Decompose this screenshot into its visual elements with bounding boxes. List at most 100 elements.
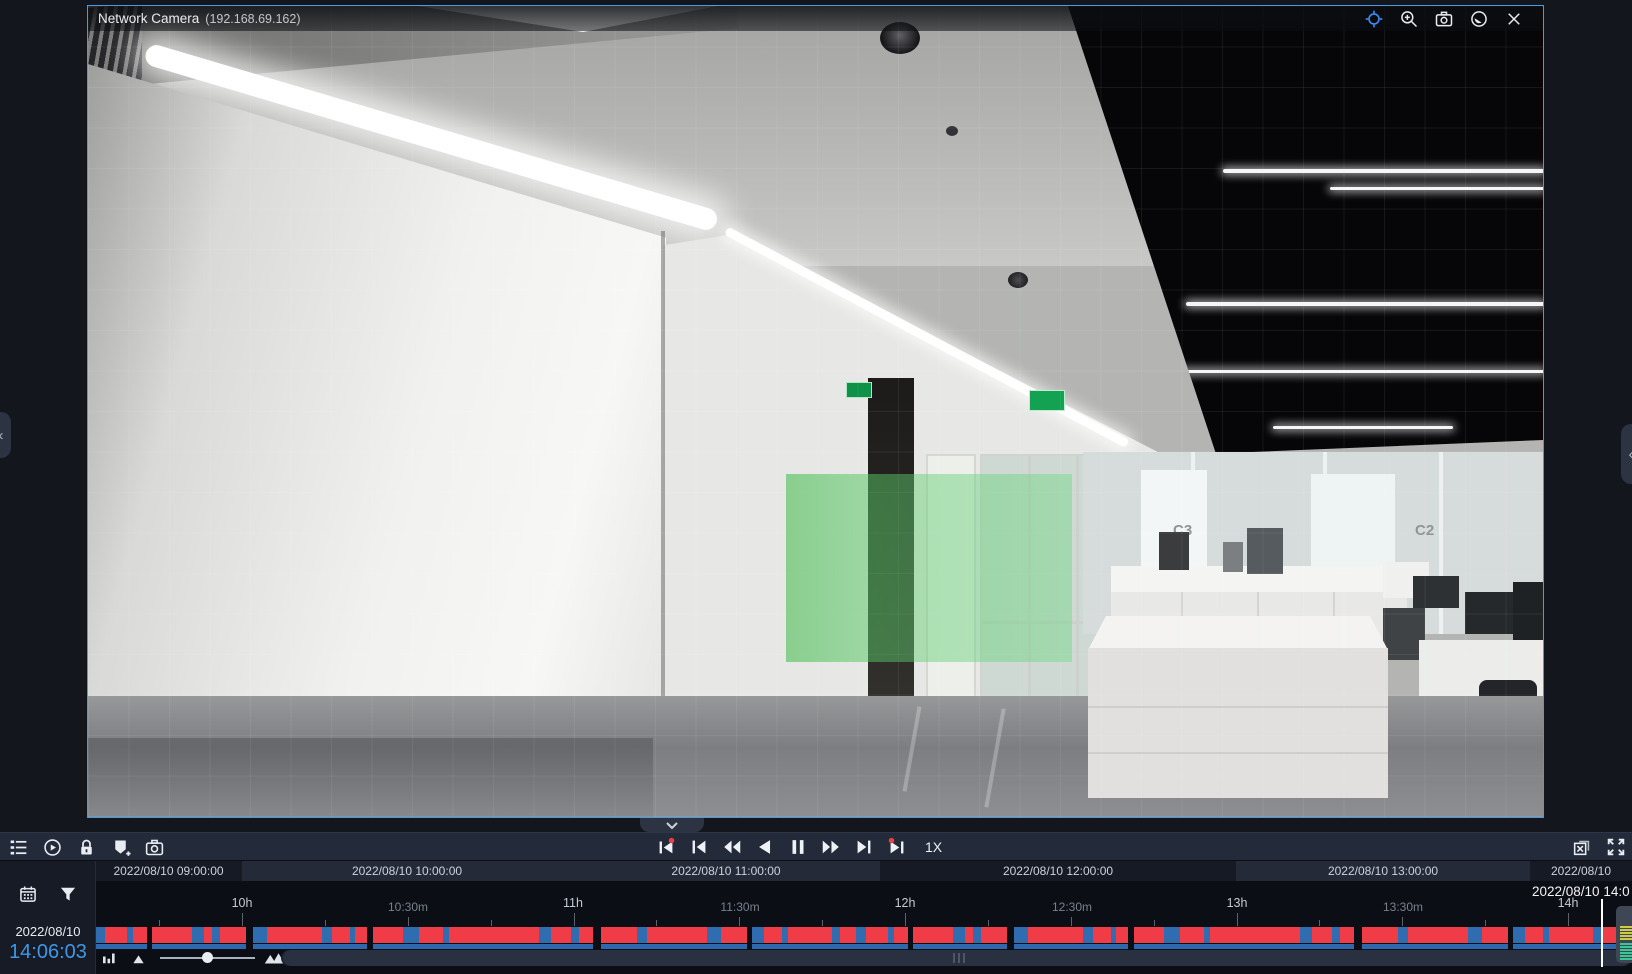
continuous-recording-segment[interactable] (953, 927, 965, 943)
continuous-recording-segment[interactable] (832, 927, 840, 943)
motion-recording-segment[interactable] (965, 927, 973, 943)
prev-frame-icon[interactable] (688, 836, 710, 858)
motion-recording-segment[interactable] (220, 927, 246, 943)
instant-playback-icon[interactable] (41, 836, 63, 858)
motion-recording-segment[interactable] (721, 927, 747, 943)
continuous-recording-segment[interactable] (1083, 927, 1093, 943)
motion-recording-segment[interactable] (1312, 927, 1332, 943)
next-event-icon[interactable] (886, 836, 908, 858)
motion-recording-segment[interactable] (1116, 927, 1128, 943)
rewind-icon[interactable] (721, 836, 743, 858)
toolbar-collapse-tab[interactable] (640, 818, 704, 832)
continuous-recording-segment[interactable] (212, 927, 220, 943)
motion-recording-segment[interactable] (267, 927, 322, 943)
continuous-recording-segment[interactable] (1513, 927, 1525, 943)
close-icon[interactable] (1503, 8, 1525, 30)
continuous-recording-segment[interactable] (571, 927, 579, 943)
close-all-icon[interactable] (1571, 836, 1593, 858)
motion-recording-segment[interactable] (647, 927, 707, 943)
prev-event-icon[interactable] (655, 836, 677, 858)
motion-recording-segment[interactable] (1525, 927, 1543, 943)
playhead[interactable] (1601, 899, 1603, 967)
motion-recording-segment[interactable] (840, 927, 856, 943)
motion-recording-segment[interactable] (1549, 927, 1593, 943)
motion-recording-segment[interactable] (152, 927, 192, 943)
motion-recording-segment[interactable] (1482, 927, 1508, 943)
continuous-recording-segment[interactable] (95, 927, 105, 943)
bar-view-icon[interactable] (98, 947, 120, 969)
event-list-icon[interactable] (7, 836, 29, 858)
motion-recording-segment[interactable] (419, 927, 443, 943)
motion-recording-segment[interactable] (764, 927, 782, 943)
continuous-recording-segment[interactable] (1332, 927, 1340, 943)
motion-recording-segment[interactable] (1340, 927, 1354, 943)
lock-icon[interactable] (75, 836, 97, 858)
slider-knob[interactable] (202, 952, 213, 963)
filter-icon[interactable] (57, 883, 79, 905)
video-window[interactable]: C3 C2 Network Camera (1 (87, 5, 1544, 818)
motion-recording-segment[interactable] (1601, 927, 1617, 943)
snapshot-icon[interactable] (143, 836, 165, 858)
continuous-recording-segment[interactable] (1300, 927, 1312, 943)
timeline-hour-segment[interactable]: 2022/08/10 (1530, 861, 1632, 881)
calendar-icon[interactable] (17, 883, 39, 905)
continuous-recording-segment[interactable] (1593, 927, 1601, 943)
motion-recording-segment[interactable] (1210, 927, 1300, 943)
motion-recording-segment[interactable] (449, 927, 539, 943)
timeline-hour-segment[interactable]: 2022/08/10 13:00:00 (1236, 861, 1530, 881)
continuous-recording-segment[interactable] (192, 927, 204, 943)
timeline-hour-segment[interactable]: 2022/08/10 11:00:00 (572, 861, 880, 881)
locate-icon[interactable] (1363, 8, 1385, 30)
continuous-recording-segment[interactable] (539, 927, 551, 943)
motion-recording-segment[interactable] (1362, 927, 1398, 943)
motion-recording-segment[interactable] (981, 927, 1007, 943)
pause-icon[interactable] (787, 836, 809, 858)
fullscreen-icon[interactable] (1605, 836, 1627, 858)
zoom-out-icon[interactable] (129, 947, 151, 969)
next-frame-icon[interactable] (853, 836, 875, 858)
timeline-hour-segment[interactable]: 2022/08/10 10:00:00 (242, 861, 572, 881)
continuous-recording-segment[interactable] (1398, 927, 1408, 943)
motion-recording-segment[interactable] (105, 927, 127, 943)
fisheye-icon[interactable] (1468, 8, 1490, 30)
motion-recording-segment[interactable] (866, 927, 888, 943)
continuous-recording-segment[interactable] (973, 927, 981, 943)
continuous-recording-segment[interactable] (637, 927, 647, 943)
continuous-recording-segment[interactable] (253, 927, 267, 943)
motion-search-zone[interactable] (786, 474, 1072, 662)
snapshot-icon[interactable] (1433, 8, 1455, 30)
motion-recording-segment[interactable] (1134, 927, 1164, 943)
timeline-scale-slider[interactable] (160, 948, 255, 968)
motion-recording-segment[interactable] (1028, 927, 1083, 943)
right-panel-toggle[interactable]: ‹ (1621, 424, 1632, 484)
scrollbar-thumb[interactable] (283, 950, 1630, 966)
continuous-recording-segment[interactable] (752, 927, 764, 943)
left-panel-toggle[interactable]: ‹ (0, 412, 11, 458)
motion-recording-segment[interactable] (894, 927, 908, 943)
motion-recording-segment[interactable] (601, 927, 637, 943)
motion-recording-segment[interactable] (373, 927, 403, 943)
motion-recording-segment[interactable] (332, 927, 350, 943)
continuous-recording-segment[interactable] (707, 927, 721, 943)
continuous-recording-segment[interactable] (1468, 927, 1482, 943)
add-tag-icon[interactable] (109, 836, 131, 858)
timeline-hour-segment[interactable]: 2022/08/10 09:00:00 (95, 861, 242, 881)
motion-recording-segment[interactable] (788, 927, 832, 943)
motion-recording-segment[interactable] (355, 927, 367, 943)
playback-speed[interactable]: 1X (925, 839, 942, 855)
motion-recording-segment[interactable] (579, 927, 593, 943)
continuous-recording-segment[interactable] (1164, 927, 1180, 943)
continuous-recording-segment[interactable] (1014, 927, 1028, 943)
zoom-in-icon[interactable] (1398, 8, 1420, 30)
timeline-scrollbar[interactable] (281, 950, 1632, 966)
motion-recording-segment[interactable] (1408, 927, 1468, 943)
continuous-recording-segment[interactable] (403, 927, 419, 943)
recording-track[interactable] (95, 927, 1632, 949)
continuous-recording-segment[interactable] (856, 927, 866, 943)
motion-recording-segment[interactable] (133, 927, 147, 943)
motion-recording-segment[interactable] (1180, 927, 1204, 943)
timeline-hour-segment[interactable]: 2022/08/10 12:00:00 (880, 861, 1236, 881)
play-backward-icon[interactable] (754, 836, 776, 858)
motion-recording-segment[interactable] (551, 927, 571, 943)
fast-forward-icon[interactable] (820, 836, 842, 858)
